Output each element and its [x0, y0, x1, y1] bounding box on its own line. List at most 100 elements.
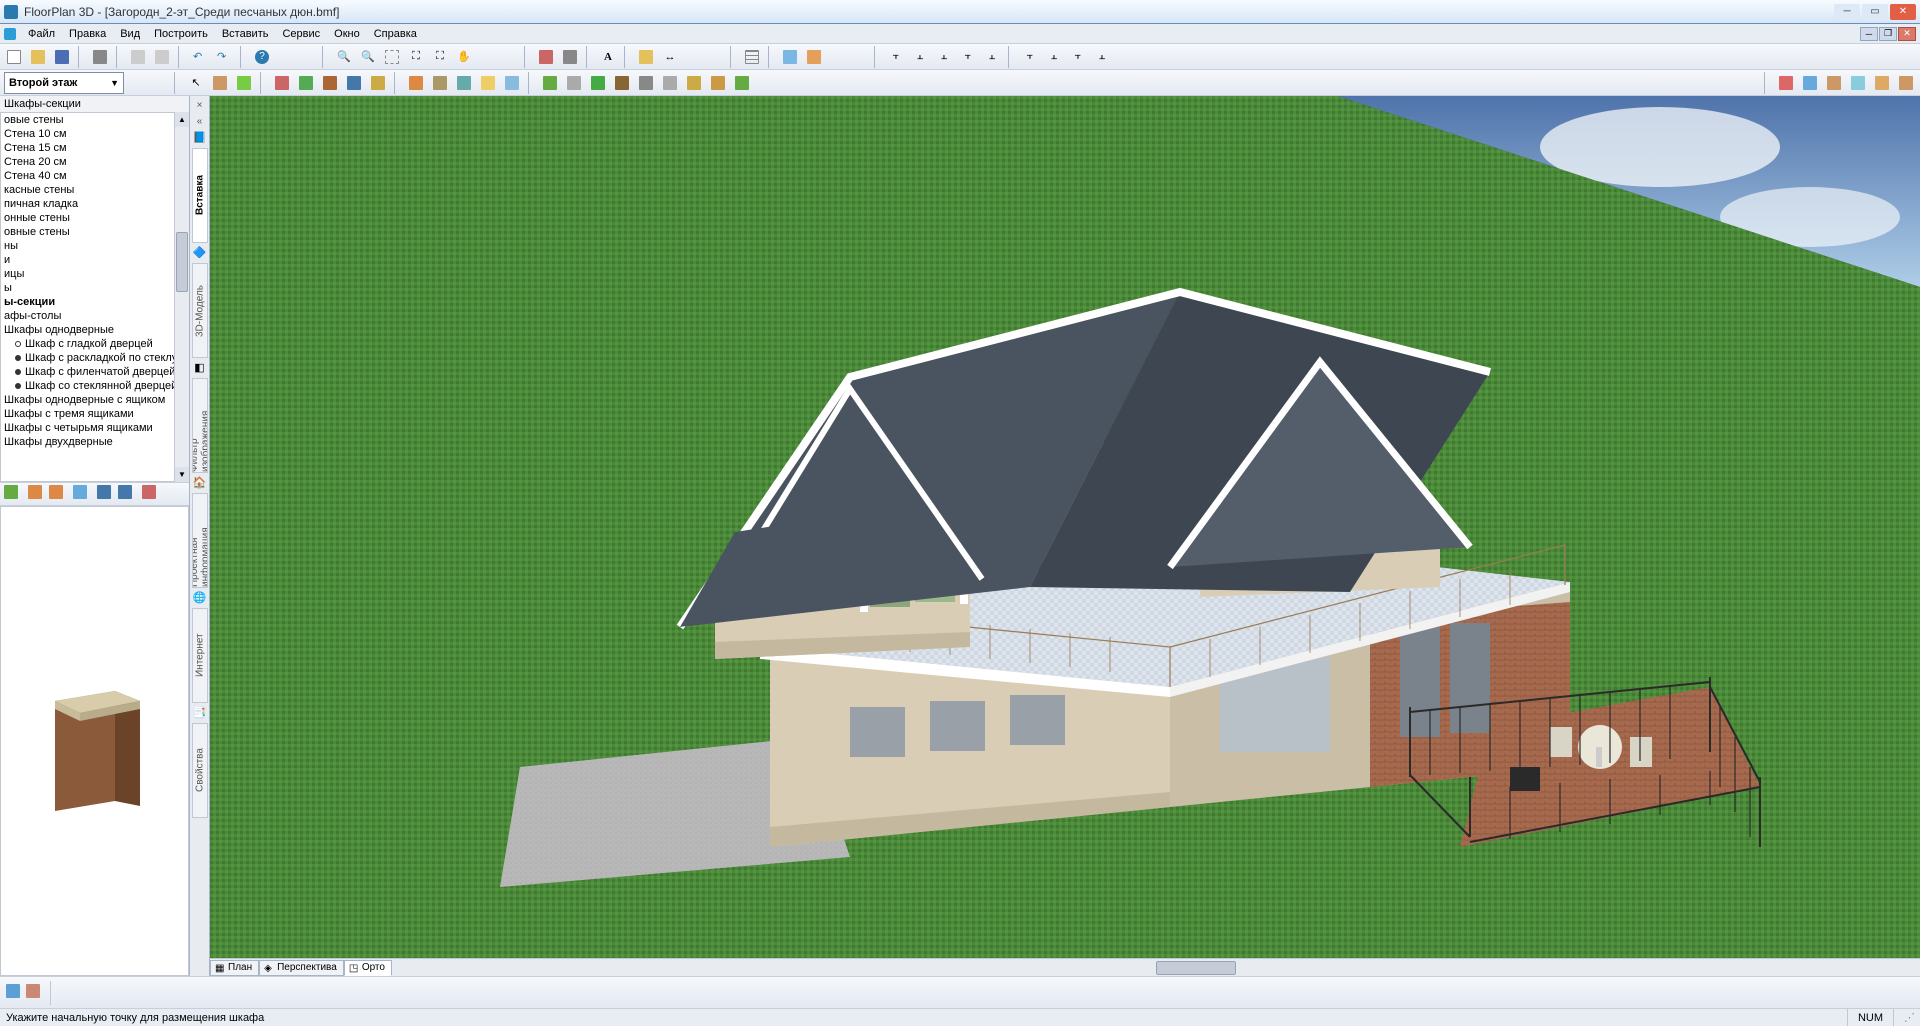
look-tool[interactable]: [1824, 73, 1844, 93]
maximize-button[interactable]: ▭: [1862, 4, 1888, 20]
close-button[interactable]: ✕: [1890, 4, 1916, 20]
fence-tool[interactable]: [612, 73, 632, 93]
mdi-restore-button[interactable]: ❐: [1879, 27, 1897, 41]
catalog-item[interactable]: Шкафы с четырьмя ящиками: [1, 421, 188, 435]
vtab-internet[interactable]: Интернет: [192, 608, 208, 703]
zoom-out-button[interactable]: 🔍: [358, 47, 378, 67]
vtab-imagefilter[interactable]: Фильтр изображения: [192, 378, 208, 473]
viewport-3d[interactable]: ▦План ◈Перспектива ◳Орто: [210, 96, 1920, 976]
ungroup-button[interactable]: ⫠: [1092, 47, 1112, 67]
help-button[interactable]: ?: [252, 47, 272, 67]
sun-tool[interactable]: [1872, 73, 1892, 93]
zoom-fit-button[interactable]: ⛶: [406, 47, 426, 67]
catalog-item[interactable]: овные стены: [1, 225, 188, 239]
catalog-item[interactable]: Стена 20 см: [1, 155, 188, 169]
menu-insert[interactable]: Вставить: [216, 28, 275, 40]
catalog-item[interactable]: касные стены: [1, 183, 188, 197]
viewtab-perspective[interactable]: ◈Перспектива: [259, 960, 344, 976]
path-tool[interactable]: [564, 73, 584, 93]
undo-button[interactable]: ↶: [190, 47, 210, 67]
scroll-up-button[interactable]: ▲: [175, 112, 189, 127]
catalog-item[interactable]: Шкафы однодверные: [1, 323, 188, 337]
ceiling-tool[interactable]: [502, 73, 522, 93]
catalog-item[interactable]: и: [1, 253, 188, 267]
grid-button[interactable]: [742, 47, 762, 67]
catalog-item[interactable]: афы-столы: [1, 309, 188, 323]
catalog-item[interactable]: ицы: [1, 267, 188, 281]
new-button[interactable]: [4, 47, 24, 67]
catalog-item[interactable]: Шкафы с тремя ящиками: [1, 407, 188, 421]
zoom-all-button[interactable]: ⛶: [430, 47, 450, 67]
catalog-item[interactable]: Стена 10 см: [1, 127, 188, 141]
cabinet-tool[interactable]: [430, 73, 450, 93]
side-tabs-collapse[interactable]: «: [193, 114, 207, 128]
scroll-thumb[interactable]: [176, 232, 188, 292]
column-tool[interactable]: [344, 73, 364, 93]
menu-edit[interactable]: Правка: [63, 28, 112, 40]
hscroll-thumb[interactable]: [1156, 961, 1236, 975]
menu-help[interactable]: Справка: [368, 28, 423, 40]
furniture-list-button[interactable]: [26, 984, 40, 1001]
minimize-button[interactable]: ─: [1834, 4, 1860, 20]
wall-tool[interactable]: [210, 73, 230, 93]
viewtab-plan[interactable]: ▦План: [210, 960, 259, 976]
slope-tool[interactable]: [732, 73, 752, 93]
lighting-button[interactable]: [804, 47, 824, 67]
floor-selector[interactable]: Второй этаж ▼: [4, 72, 124, 94]
select-tool[interactable]: ↖: [186, 73, 206, 93]
catalog-item[interactable]: Стена 15 см: [1, 141, 188, 155]
deck-tool[interactable]: [660, 73, 680, 93]
vtab-projectinfo[interactable]: Проектная информация: [192, 493, 208, 588]
mdi-minimize-button[interactable]: ─: [1860, 27, 1878, 41]
zoom-window-button[interactable]: [382, 47, 402, 67]
menu-service[interactable]: Сервис: [276, 28, 326, 40]
catalog-item[interactable]: пичная кладка: [1, 197, 188, 211]
catalog-view-icons[interactable]: [142, 485, 160, 503]
render-button[interactable]: [536, 47, 556, 67]
catalog-item[interactable]: Шкаф с раскладкой по стеклу: [1, 351, 188, 365]
distribute-h-button[interactable]: ⫟: [1020, 47, 1040, 67]
pan-button[interactable]: ✋: [454, 47, 474, 67]
hscroll-track[interactable]: [408, 961, 1904, 975]
catalog-view-list[interactable]: [97, 485, 115, 503]
catalog-action-2[interactable]: [28, 485, 46, 503]
menu-file[interactable]: Файл: [22, 28, 61, 40]
catalog-action-1[interactable]: [4, 485, 22, 503]
menu-build[interactable]: Построить: [148, 28, 214, 40]
align-top-button[interactable]: ⫟: [958, 47, 978, 67]
text-button[interactable]: A: [598, 47, 618, 67]
catalog-item[interactable]: Шкаф с филенчатой дверцей: [1, 365, 188, 379]
estimate-button[interactable]: [6, 984, 20, 1001]
catalog-action-4[interactable]: [73, 485, 91, 503]
catalog-scrollbar[interactable]: ▲ ▼: [174, 112, 189, 482]
print3d-button[interactable]: [560, 47, 580, 67]
catalog-item[interactable]: ы: [1, 281, 188, 295]
dimension-button[interactable]: ↔: [660, 47, 680, 67]
menu-view[interactable]: Вид: [114, 28, 146, 40]
align-right-button[interactable]: ⫠: [934, 47, 954, 67]
roof-tool[interactable]: [478, 73, 498, 93]
catalog-item[interactable]: онные стены: [1, 211, 188, 225]
catalog-list[interactable]: овые стеныСтена 10 смСтена 15 смСтена 20…: [0, 112, 189, 482]
beam-tool[interactable]: [368, 73, 388, 93]
appliance-tool[interactable]: [454, 73, 474, 93]
side-tabs-close[interactable]: ×: [193, 98, 207, 112]
stair-tool[interactable]: [320, 73, 340, 93]
pool-tool[interactable]: [636, 73, 656, 93]
zoom-in-button[interactable]: 🔍: [334, 47, 354, 67]
redo-button[interactable]: ↷: [214, 47, 234, 67]
ruler-button[interactable]: [636, 47, 656, 67]
catalog-item[interactable]: ы-секции: [1, 295, 188, 309]
vtab-3dmodel[interactable]: 3D-Модель: [192, 263, 208, 358]
walk-tool[interactable]: [1776, 73, 1796, 93]
door-tool[interactable]: [234, 73, 254, 93]
camera-tool[interactable]: [1848, 73, 1868, 93]
opening-tool[interactable]: [296, 73, 316, 93]
region-tool[interactable]: [708, 73, 728, 93]
plant-tool[interactable]: [588, 73, 608, 93]
open-button[interactable]: [28, 47, 48, 67]
catalog-item[interactable]: Стена 40 см: [1, 169, 188, 183]
catalog-item[interactable]: ны: [1, 239, 188, 253]
materials-button[interactable]: [780, 47, 800, 67]
edge-tool[interactable]: [684, 73, 704, 93]
